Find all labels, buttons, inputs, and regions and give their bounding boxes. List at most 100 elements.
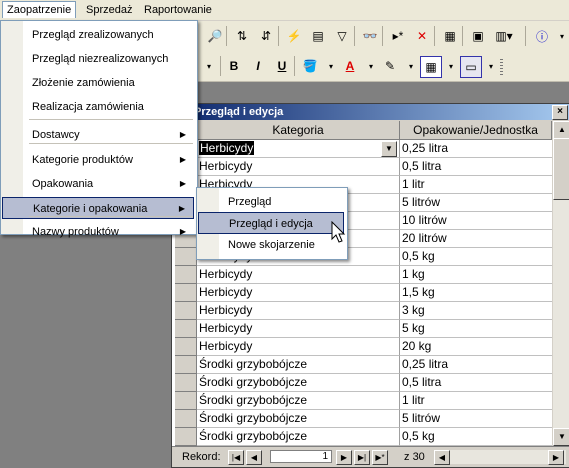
table-row[interactable]: Środki grzybobójcze 0,25 litra xyxy=(172,356,552,374)
last-record-icon[interactable]: ▶| xyxy=(354,450,370,465)
menu-item-przeglad-niezrealizowanych[interactable]: Przegląd niezrealizowanych xyxy=(2,48,194,70)
menu-item-opakowania[interactable]: Opakowania ▶ xyxy=(2,173,194,195)
sort-ascending-icon[interactable]: ⇅ xyxy=(232,26,252,46)
record-selector[interactable] xyxy=(175,356,197,374)
new-object-icon[interactable]: ▥▾ xyxy=(494,26,514,46)
cell-opakowanie[interactable]: 1,5 kg xyxy=(400,284,552,302)
menu-item-kategorie-produktow[interactable]: Kategorie produktów ▶ xyxy=(2,149,194,171)
cell-opakowanie[interactable]: 5 kg xyxy=(400,320,552,338)
record-selector[interactable] xyxy=(175,248,197,266)
scroll-thumb[interactable] xyxy=(553,138,569,200)
cell-kategoria[interactable]: Środki grzybobójcze xyxy=(197,392,400,410)
scroll-down-icon[interactable]: ▼ xyxy=(553,428,569,446)
menu-raportowanie[interactable]: Raportowanie xyxy=(140,2,216,18)
help-icon[interactable]: ⓘ xyxy=(532,26,552,46)
underline-button[interactable]: U xyxy=(272,56,292,76)
combo-dropdown-icon[interactable]: ▼ xyxy=(381,141,397,157)
toolbar-options-icon[interactable]: ▾ xyxy=(552,26,569,46)
properties-icon[interactable]: ▦ xyxy=(440,26,460,46)
cell-opakowanie[interactable]: 0,25 litra xyxy=(400,356,552,374)
table-row[interactable]: Herbicydy ▼ 0,25 litra xyxy=(172,140,552,158)
cell-kategoria[interactable]: Herbicydy xyxy=(197,284,400,302)
table-row[interactable]: Herbicydy 3 kg xyxy=(172,302,552,320)
previous-record-icon[interactable]: ◀ xyxy=(246,450,262,465)
cell-opakowanie[interactable]: 5 litrów xyxy=(400,410,552,428)
cell-kategoria[interactable]: Herbicydy xyxy=(197,320,400,338)
cell-opakowanie[interactable]: 0,5 litra xyxy=(400,158,552,176)
menu-sprzedaz[interactable]: Sprzedaż xyxy=(82,2,136,18)
apply-filter-icon[interactable]: ▽ xyxy=(332,26,352,46)
menu-zaopatrzenie[interactable]: Zaopatrzenie xyxy=(2,1,77,18)
submenu-item-przeglad-i-edycja[interactable]: Przegląd i edycja xyxy=(198,212,344,234)
horizontal-scrollbar[interactable]: ◀ ▶ xyxy=(434,450,566,465)
menu-item-przeglad-zrealizowanych[interactable]: Przegląd zrealizowanych xyxy=(2,24,194,46)
cell-opakowanie[interactable]: 20 kg xyxy=(400,338,552,356)
submenu-item-nowe-skojarzenie[interactable]: Nowe skojarzenie xyxy=(198,234,344,256)
line-color-dropdown-icon[interactable]: ▾ xyxy=(401,56,421,76)
filter-by-selection-icon[interactable]: ⚡ xyxy=(284,26,304,46)
cell-opakowanie[interactable]: 10 litrów xyxy=(400,212,552,230)
cell-kategoria[interactable]: Herbicydy xyxy=(197,266,400,284)
table-row[interactable]: Herbicydy 1,5 kg xyxy=(172,284,552,302)
special-effect-icon[interactable]: ▭ xyxy=(460,56,482,78)
record-selector[interactable] xyxy=(175,374,197,392)
cell-kategoria[interactable]: Środki grzybobójcze xyxy=(197,410,400,428)
cell-kategoria[interactable]: Środki grzybobójcze xyxy=(197,356,400,374)
record-selector[interactable] xyxy=(175,428,197,446)
scroll-left-icon[interactable]: ◀ xyxy=(434,450,450,465)
table-row[interactable]: Herbicydy 5 kg xyxy=(172,320,552,338)
italic-button[interactable]: I xyxy=(248,56,268,76)
database-window-icon[interactable]: ▣ xyxy=(468,26,488,46)
cell-opakowanie[interactable]: 0,5 kg xyxy=(400,248,552,266)
table-row[interactable]: Herbicydy 20 kg xyxy=(172,338,552,356)
line-color-icon[interactable]: ✎ xyxy=(380,56,400,76)
special-effect-dropdown-icon[interactable]: ▾ xyxy=(481,56,501,76)
table-row[interactable]: Herbicydy 0,5 litra xyxy=(172,158,552,176)
font-size-dropdown-icon[interactable]: ▾ xyxy=(199,56,219,76)
new-record-icon[interactable]: ▸* xyxy=(388,26,408,46)
submenu-item-przeglad[interactable]: Przegląd xyxy=(198,191,344,213)
record-selector[interactable] xyxy=(175,320,197,338)
scroll-right-icon[interactable]: ▶ xyxy=(548,450,564,465)
cell-kategoria[interactable]: Środki grzybobójcze xyxy=(197,374,400,392)
first-record-icon[interactable]: |◀ xyxy=(228,450,244,465)
record-number-input[interactable]: 1 xyxy=(270,450,332,463)
new-record-nav-icon[interactable]: ▶* xyxy=(372,450,388,465)
lookup-icon[interactable]: 🔎 xyxy=(205,26,225,46)
font-color-dropdown-icon[interactable]: ▾ xyxy=(361,56,381,76)
cell-opakowanie[interactable]: 1 litr xyxy=(400,392,552,410)
toolbar-grip[interactable] xyxy=(500,59,503,75)
cell-kategoria[interactable]: Herbicydy xyxy=(197,338,400,356)
sort-descending-icon[interactable]: ⇵ xyxy=(256,26,276,46)
column-header-opakowanie[interactable]: Opakowanie/Jednostka xyxy=(400,121,552,140)
vertical-scrollbar[interactable]: ▲ ▼ xyxy=(553,121,569,446)
cell-kategoria[interactable]: Herbicydy xyxy=(197,158,400,176)
bold-button[interactable]: B xyxy=(224,56,244,76)
cell-kategoria[interactable]: Herbicydy ▼ xyxy=(197,140,400,158)
fill-color-dropdown-icon[interactable]: ▾ xyxy=(321,56,341,76)
cell-opakowanie[interactable]: 5 litrów xyxy=(400,194,552,212)
table-row[interactable]: Środki grzybobójcze 1 litr xyxy=(172,392,552,410)
table-row[interactable]: Herbicydy 1 kg xyxy=(172,266,552,284)
record-selector[interactable] xyxy=(175,338,197,356)
table-row[interactable]: Środki grzybobójcze 0,5 litra xyxy=(172,374,552,392)
cell-opakowanie[interactable]: 0,25 litra xyxy=(400,140,552,158)
cell-opakowanie[interactable]: 20 litrów xyxy=(400,230,552,248)
filter-by-form-icon[interactable]: ▤ xyxy=(308,26,328,46)
column-header-kategoria[interactable]: Kategoria xyxy=(197,121,400,140)
gridlines-icon[interactable]: ▦ xyxy=(420,56,442,78)
menu-item-zlozenie-zamowienia[interactable]: Złożenie zamówienia xyxy=(2,72,194,94)
record-selector[interactable] xyxy=(175,266,197,284)
cell-opakowanie[interactable]: 0,5 litra xyxy=(400,374,552,392)
fill-color-icon[interactable]: 🪣 xyxy=(300,56,320,76)
cell-opakowanie[interactable]: 3 kg xyxy=(400,302,552,320)
cell-opakowanie[interactable]: 0,5 kg xyxy=(400,428,552,446)
record-selector[interactable] xyxy=(175,302,197,320)
menu-item-realizacja-zamowienia[interactable]: Realizacja zamówienia xyxy=(2,96,194,118)
font-color-button[interactable]: A xyxy=(340,56,360,76)
record-selector[interactable] xyxy=(175,284,197,302)
record-selector[interactable] xyxy=(175,392,197,410)
cell-kategoria[interactable]: Herbicydy xyxy=(197,302,400,320)
cell-kategoria[interactable]: Środki grzybobójcze xyxy=(197,428,400,446)
delete-record-icon[interactable]: ✕ xyxy=(412,26,432,46)
